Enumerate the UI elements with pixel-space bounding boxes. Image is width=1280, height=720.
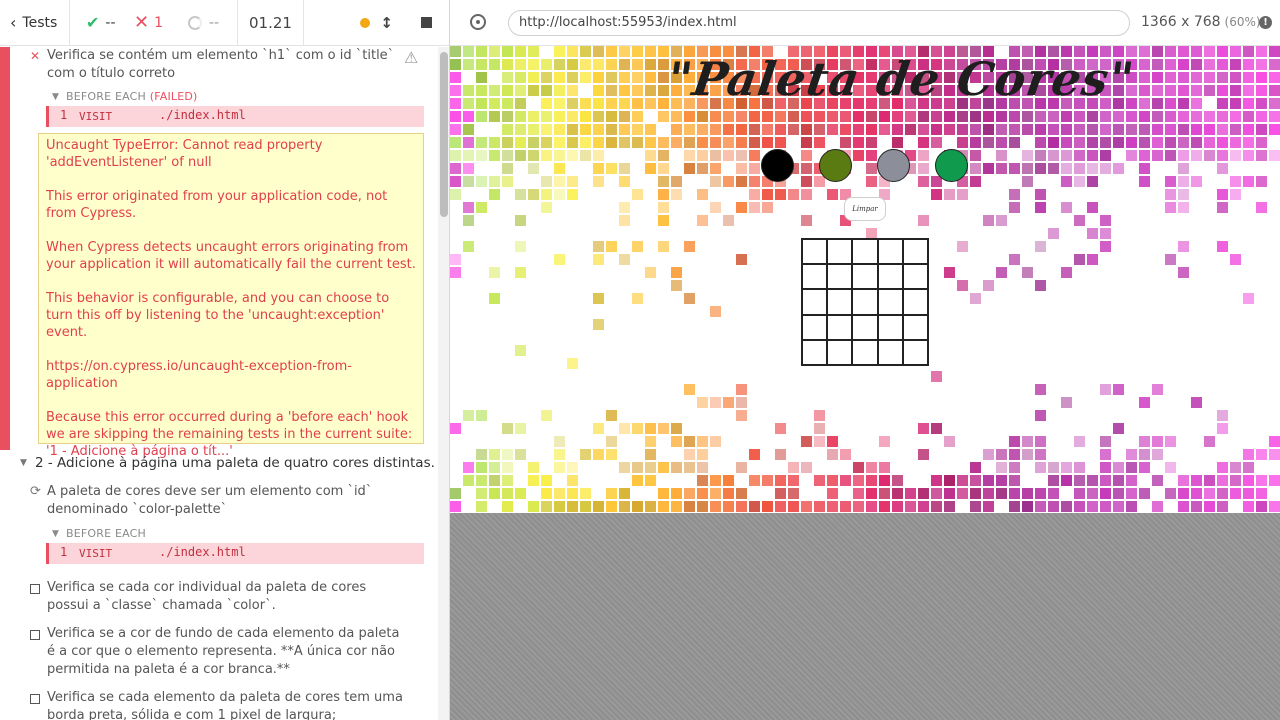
pixel[interactable] <box>852 264 878 290</box>
viewport-info: 1366 x 768 (60%) <box>1141 14 1261 30</box>
running-indicator-icon <box>360 17 371 28</box>
palette-color-4[interactable] <box>935 149 968 182</box>
pixel[interactable] <box>827 339 853 365</box>
chevron-left-icon: ‹ <box>10 13 17 32</box>
viewport-size-text: 1366 x 768 <box>1141 14 1221 30</box>
reporter-header: ‹ Tests ✔ -- ✕ 1 -- 01.21 ↕ <box>0 0 449 46</box>
pixel[interactable] <box>802 239 828 265</box>
test-title[interactable]: Verifica se cada elemento da paleta de c… <box>47 689 407 720</box>
info-icon[interactable]: ! <box>1259 16 1272 29</box>
pixel[interactable] <box>877 339 903 365</box>
hook-status: (FAILED) <box>149 90 198 103</box>
page-title-h1: "Paleta de Cores" <box>664 52 1138 106</box>
x-icon: ✕ <box>134 12 150 33</box>
caret-down-icon: ▼ <box>52 92 59 102</box>
reporter-scrollbar-thumb[interactable] <box>440 52 448 217</box>
suite-title[interactable]: 2 - Adicione à página uma paleta de quat… <box>35 455 435 471</box>
tests-label: Tests <box>22 14 58 31</box>
test-title[interactable]: Verifica se contém um elemento `h1` com … <box>47 47 407 83</box>
pixel[interactable] <box>852 289 878 315</box>
command-arg: ./index.html <box>159 108 246 122</box>
pixel[interactable] <box>877 314 903 340</box>
check-icon: ✔ <box>86 13 100 32</box>
pixel[interactable] <box>877 264 903 290</box>
pixel[interactable] <box>802 289 828 315</box>
command-name: VISIT <box>79 547 113 560</box>
caret-down-icon: ▼ <box>52 529 59 539</box>
command-row[interactable]: 1 VISIT ./index.html <box>46 106 424 127</box>
pixel-board <box>801 238 929 366</box>
pixel[interactable] <box>802 339 828 365</box>
pixel[interactable] <box>827 289 853 315</box>
caret-down-icon: ▼ <box>20 458 27 468</box>
pending-count: -- <box>186 0 238 46</box>
command-arg: ./index.html <box>159 545 246 559</box>
error-line: This behavior is configurable, and you c… <box>46 291 390 340</box>
error-line: Because this error occurred during a 'be… <box>46 410 413 459</box>
hook-name: BEFORE EACH <box>66 90 147 103</box>
pixel[interactable] <box>827 314 853 340</box>
pixel[interactable] <box>902 264 928 290</box>
error-message-box: Uncaught TypeError: Cannot read property… <box>38 133 424 459</box>
test-title[interactable]: Verifica se cada cor individual da palet… <box>47 579 407 615</box>
palette-color-1[interactable] <box>761 149 794 182</box>
stop-button[interactable] <box>421 17 432 28</box>
spinner-icon <box>188 15 202 30</box>
tests-back-button[interactable]: ‹ Tests <box>0 0 70 46</box>
pixel[interactable] <box>802 264 828 290</box>
test-reporter-panel: ‹ Tests ✔ -- ✕ 1 -- 01.21 ↕ ✕ Verifica s… <box>0 0 450 720</box>
command-number: 1 <box>60 545 68 559</box>
pending-checkbox-icon <box>30 583 40 597</box>
pending-checkbox-icon <box>30 629 40 643</box>
aut-header: http://localhost:55953/index.html 1366 x… <box>450 0 1280 46</box>
error-line: This error originated from your applicat… <box>46 189 388 221</box>
auto-scroll-toggle-icon[interactable]: ↕ <box>380 14 393 32</box>
pixel[interactable] <box>902 289 928 315</box>
test-title[interactable]: Verifica se a cor de fundo de cada eleme… <box>47 625 407 679</box>
pixel[interactable] <box>827 264 853 290</box>
aut-iframe: "Paleta de Cores" Limpar <box>450 46 1280 513</box>
hook-title[interactable]: BEFORE EACH <box>66 527 146 540</box>
error-line: Uncaught TypeError: Cannot read property… <box>46 138 323 170</box>
pixel[interactable] <box>877 239 903 265</box>
pixel[interactable] <box>902 314 928 340</box>
aut-url-bar[interactable]: http://localhost:55953/index.html <box>508 10 1130 36</box>
test-title[interactable]: A paleta de cores deve ser um elemento c… <box>47 483 407 519</box>
viewport-scale-text: (60%) <box>1224 15 1261 29</box>
warning-icon: ⚠ <box>404 48 419 67</box>
failed-count: ✕ 1 <box>130 0 186 46</box>
error-docs-link[interactable]: https://on.cypress.io/uncaught-exception… <box>46 358 417 392</box>
palette-color-3[interactable] <box>877 149 910 182</box>
run-controls: ↕ <box>304 0 449 46</box>
pending-checkbox-icon <box>30 693 40 707</box>
error-line: When Cypress detects uncaught errors ori… <box>46 240 416 272</box>
pixel[interactable] <box>802 314 828 340</box>
pixel[interactable] <box>852 314 878 340</box>
failed-value: 1 <box>154 14 164 31</box>
pixel[interactable] <box>852 339 878 365</box>
command-name: VISIT <box>79 110 113 123</box>
passed-count: ✔ -- <box>70 0 130 46</box>
command-row[interactable]: 1 VISIT ./index.html <box>46 543 424 564</box>
clear-board-button[interactable]: Limpar <box>844 197 886 221</box>
pixel[interactable] <box>827 239 853 265</box>
reporter-runnables: ✕ Verifica se contém um elemento `h1` co… <box>0 47 438 720</box>
selector-playground-crosshair-icon[interactable] <box>470 14 486 30</box>
cypress-runner: ‹ Tests ✔ -- ✕ 1 -- 01.21 ↕ ✕ Verifica s… <box>0 0 1280 720</box>
passed-value: -- <box>105 14 116 31</box>
pixel[interactable] <box>902 339 928 365</box>
failed-test-indicator <box>0 47 10 450</box>
pixel[interactable] <box>852 239 878 265</box>
palette-color-2[interactable] <box>819 149 852 182</box>
running-refresh-icon: ⟳ <box>30 484 41 499</box>
pending-value: -- <box>209 14 220 31</box>
aut-empty-area <box>450 513 1280 720</box>
hook-title[interactable]: BEFORE EACH (FAILED) <box>66 90 198 103</box>
pixel[interactable] <box>902 239 928 265</box>
failed-x-icon: ✕ <box>30 49 41 63</box>
pixel[interactable] <box>877 289 903 315</box>
run-duration: 01.21 <box>238 0 304 46</box>
command-number: 1 <box>60 108 68 122</box>
